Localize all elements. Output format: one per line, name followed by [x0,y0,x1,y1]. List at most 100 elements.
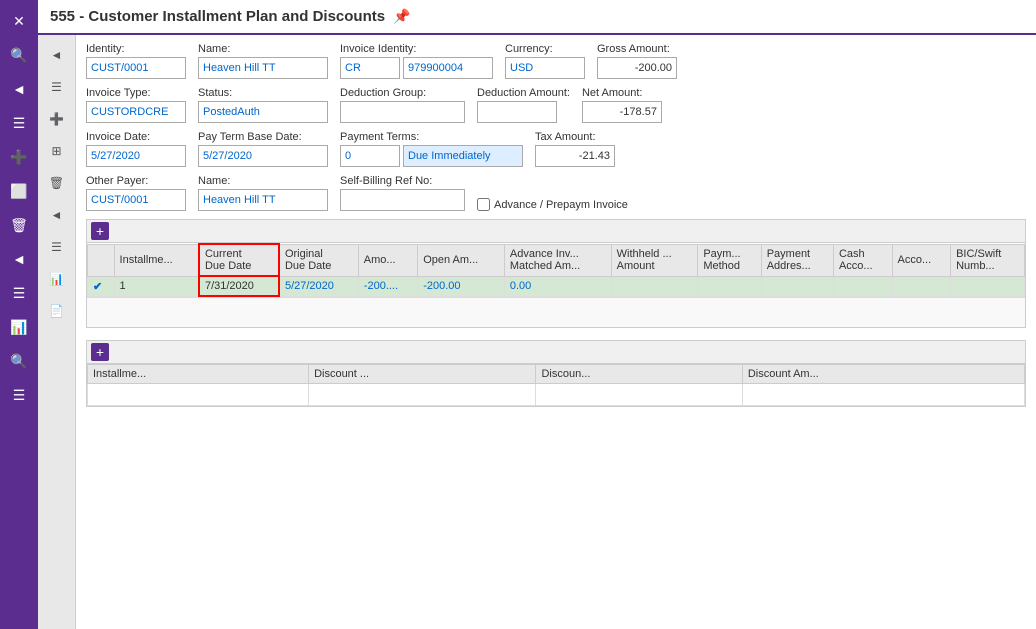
form-row-2: Invoice Type: Status: Deduction Group: D… [86,87,1026,123]
other-payer-name-input[interactable] [198,189,328,211]
col-header-bic-swift[interactable]: BIC/SwiftNumb... [951,244,1025,276]
invoice-number-input[interactable] [403,57,493,79]
row-check: ✔ [88,276,115,296]
row-installment[interactable]: 1 [114,276,199,296]
row-advance-matched[interactable]: 0.00 [504,276,611,296]
deduction-group-input[interactable] [340,101,465,123]
inner-nav-back-icon[interactable]: ◄ [43,41,71,69]
sidebar-doc-icon[interactable]: ☰ [4,380,34,410]
inner-nav-menu-icon[interactable]: ☰ [43,73,71,101]
sidebar-menu-icon[interactable]: ☰ [4,108,34,138]
self-billing-ref-input[interactable] [340,189,465,211]
col-header-current-due-date[interactable]: CurrentDue Date [199,244,279,276]
other-payer-name-label: Name: [198,175,328,187]
advance-checkbox-group: x Advance / Prepaym Invoice [477,184,628,211]
col-header-payment-address[interactable]: PaymentAddres... [761,244,833,276]
gross-amount-input[interactable] [597,57,677,79]
deduction-amount-field-group: Deduction Amount: [477,87,570,123]
net-amount-input[interactable] [582,101,662,123]
sidebar: ✕ 🔍 ◄ ☰ ➕ ⬜ 🗑 ◄ ☰ 📊 🔍 ☰ [0,0,38,629]
bottom-section: + Installme... Discount ... Discoun... D… [86,340,1026,407]
sidebar-arrow-icon[interactable]: ◄ [4,244,34,274]
sidebar-delete-icon[interactable]: 🗑 [4,210,34,240]
advance-checkbox-text: Advance / Prepaym Invoice [494,199,628,211]
row-paym-method[interactable] [698,276,761,296]
sidebar-add-icon[interactable]: ➕ [4,142,34,172]
payment-terms-name-input[interactable] [403,145,523,167]
invoice-identity-label: Invoice Identity: [340,43,493,55]
bottom-table-add-button[interactable]: + [91,343,109,361]
currency-label: Currency: [505,43,585,55]
form-row-1: Identity: Name: Invoice Identity: Curren… [86,43,1026,79]
inner-nav-arrow-icon[interactable]: ◄ [43,201,71,229]
inner-nav-add-icon[interactable]: ➕ [43,105,71,133]
invoice-date-input[interactable] [86,145,186,167]
row-payment-address[interactable] [761,276,833,296]
pay-term-base-date-input[interactable] [198,145,328,167]
main-table-add-button[interactable]: + [91,222,109,240]
row-open-amount[interactable]: -200.00 [418,276,505,296]
identity-label: Identity: [86,43,186,55]
inner-nav-copy-icon[interactable]: ⊞ [43,137,71,165]
bottom-col-discount[interactable]: Discoun... [536,365,742,384]
name-label: Name: [198,43,328,55]
advance-checkbox-label[interactable]: Advance / Prepaym Invoice [477,198,628,211]
deduction-amount-input[interactable] [477,101,557,123]
sidebar-list-icon[interactable]: ☰ [4,278,34,308]
bottom-col-discount-date[interactable]: Discount ... [309,365,536,384]
pin-icon[interactable]: 📌 [393,8,410,25]
tax-amount-field-group: Tax Amount: [535,131,615,167]
payment-terms-code-input[interactable] [340,145,400,167]
gross-amount-label: Gross Amount: [597,43,677,55]
advance-checkbox[interactable] [477,198,490,211]
row-bic-swift[interactable] [951,276,1025,296]
currency-input[interactable] [505,57,585,79]
invoice-type-field-group: Invoice Type: [86,87,186,123]
row-withheld[interactable] [611,276,698,296]
sidebar-copy-icon[interactable]: ⬜ [4,176,34,206]
inner-nav-chart-icon[interactable]: 📊 [43,265,71,293]
sidebar-back-icon[interactable]: ◄ [4,74,34,104]
net-amount-label: Net Amount: [582,87,662,99]
col-header-open-amount[interactable]: Open Am... [418,244,505,276]
form-row-3: Invoice Date: Pay Term Base Date: Paymen… [86,131,1026,167]
status-input[interactable] [198,101,328,123]
col-header-original-due-date[interactable]: OriginalDue Date [279,244,358,276]
inner-nav-delete-icon[interactable]: 🗑 [43,169,71,197]
sidebar-search-icon[interactable]: 🔍 [4,40,34,70]
tax-amount-input[interactable] [535,145,615,167]
inner-nav-doc-icon[interactable]: 📄 [43,297,71,325]
invoice-type-code-input[interactable] [340,57,400,79]
invoice-type-input[interactable] [86,101,186,123]
form-row-4: Other Payer: Name: Self-Billing Ref No: … [86,175,1026,211]
title-bar: 555 - Customer Installment Plan and Disc… [38,0,1036,35]
col-header-cash-account[interactable]: CashAcco... [833,244,892,276]
col-header-paym-method[interactable]: Paym...Method [698,244,761,276]
col-header-withheld[interactable]: Withheld ...Amount [611,244,698,276]
row-original-due-date[interactable]: 5/27/2020 [279,276,358,296]
sidebar-chart-icon[interactable]: 📊 [4,312,34,342]
identity-input[interactable] [86,57,186,79]
bottom-col-installment[interactable]: Installme... [88,365,309,384]
gross-amount-field-group: Gross Amount: [597,43,677,79]
sidebar-close-icon[interactable]: ✕ [4,6,34,36]
row-amount[interactable]: -200.... [358,276,417,296]
inner-nav-list-icon[interactable]: ☰ [43,233,71,261]
bottom-table-empty-row [88,384,1025,406]
col-header-advance-matched[interactable]: Advance Inv...Matched Am... [504,244,611,276]
sidebar-search2-icon[interactable]: 🔍 [4,346,34,376]
col-header-account[interactable]: Acco... [892,244,951,276]
bottom-col-discount-amount[interactable]: Discount Am... [742,365,1024,384]
pay-term-base-date-label: Pay Term Base Date: [198,131,328,143]
deduction-group-field-group: Deduction Group: [340,87,465,123]
other-payer-input[interactable] [86,189,186,211]
pay-term-base-date-field-group: Pay Term Base Date: [198,131,328,167]
main-table: Installme... CurrentDue Date OriginalDue… [87,243,1025,297]
checkmark-icon: ✔ [93,281,102,293]
row-current-due-date[interactable]: 7/31/2020 [199,276,279,296]
col-header-amount[interactable]: Amo... [358,244,417,276]
row-account[interactable] [892,276,951,296]
name-input[interactable] [198,57,328,79]
row-cash-account[interactable] [833,276,892,296]
col-header-installment[interactable]: Installme... [114,244,199,276]
